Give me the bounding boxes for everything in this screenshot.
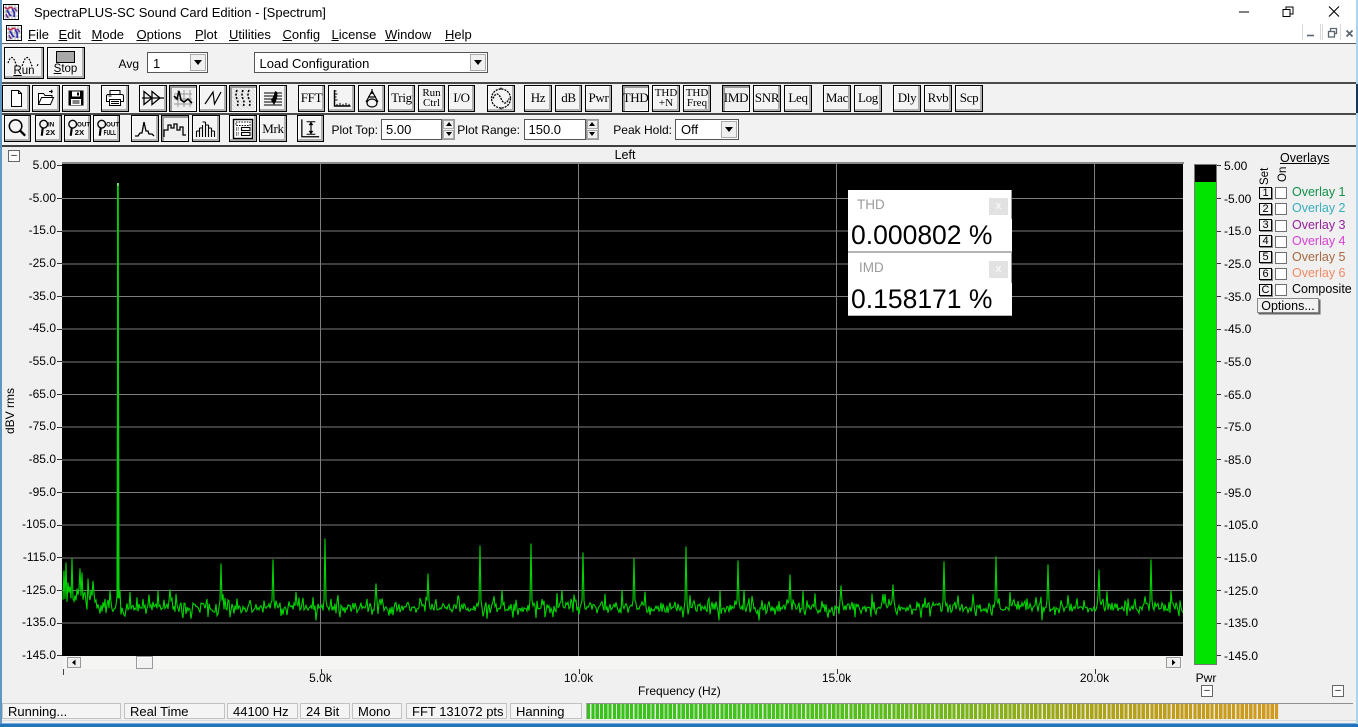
svg-text:2X: 2X [75, 128, 86, 137]
svg-text:FULL: FULL [104, 128, 117, 137]
svg-text:2X: 2X [46, 128, 57, 137]
